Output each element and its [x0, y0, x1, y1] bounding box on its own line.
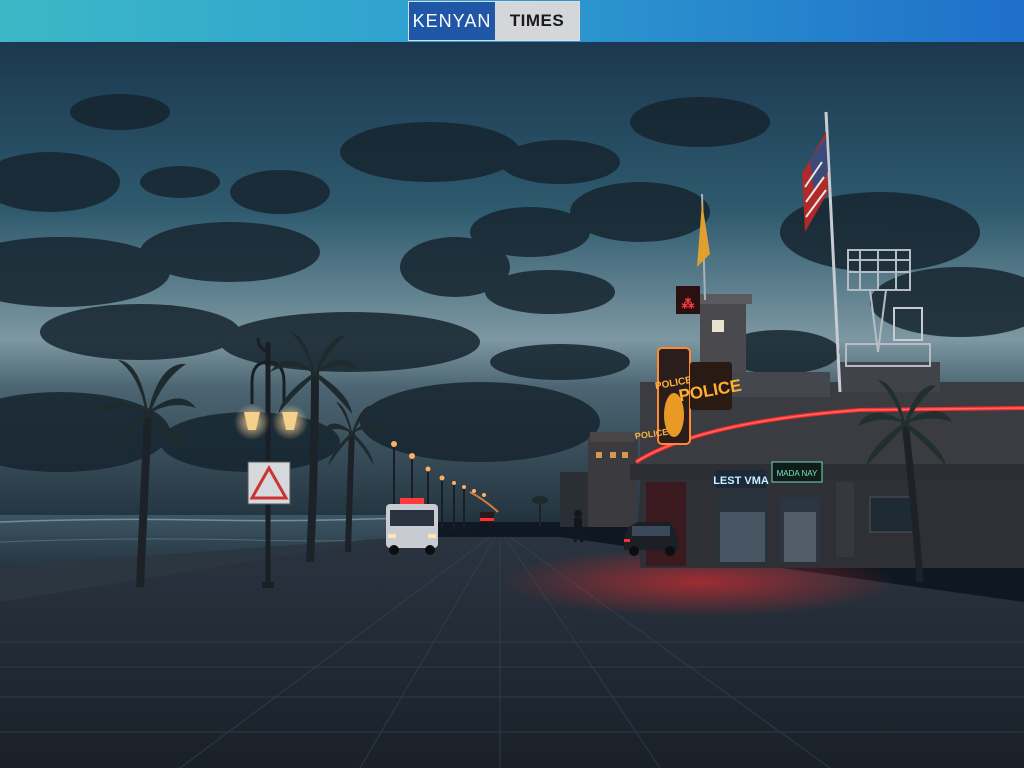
- ambulance-van: [386, 498, 438, 555]
- boardwalk-night-photo: POLICE POLICE ⁂ POLICE LEST VMA MADA NAY: [0, 42, 1024, 768]
- kenyan-times-logo[interactable]: KENYAN TIMES: [408, 1, 580, 41]
- svg-text:LEST VMA: LEST VMA: [713, 475, 769, 487]
- top-banner: KENYAN TIMES: [0, 0, 1024, 42]
- shop-sign-right: MADA NAY: [771, 461, 823, 483]
- pedestrian: [573, 510, 584, 543]
- svg-text:⁂: ⁂: [682, 296, 695, 311]
- warning-sign: [247, 461, 291, 505]
- logo-times-text: TIMES: [495, 2, 579, 40]
- svg-text:MADA NAY: MADA NAY: [777, 469, 818, 478]
- shop-sign-left: LEST VMA: [713, 470, 769, 488]
- logo-kenyan-text: KENYAN: [409, 2, 495, 40]
